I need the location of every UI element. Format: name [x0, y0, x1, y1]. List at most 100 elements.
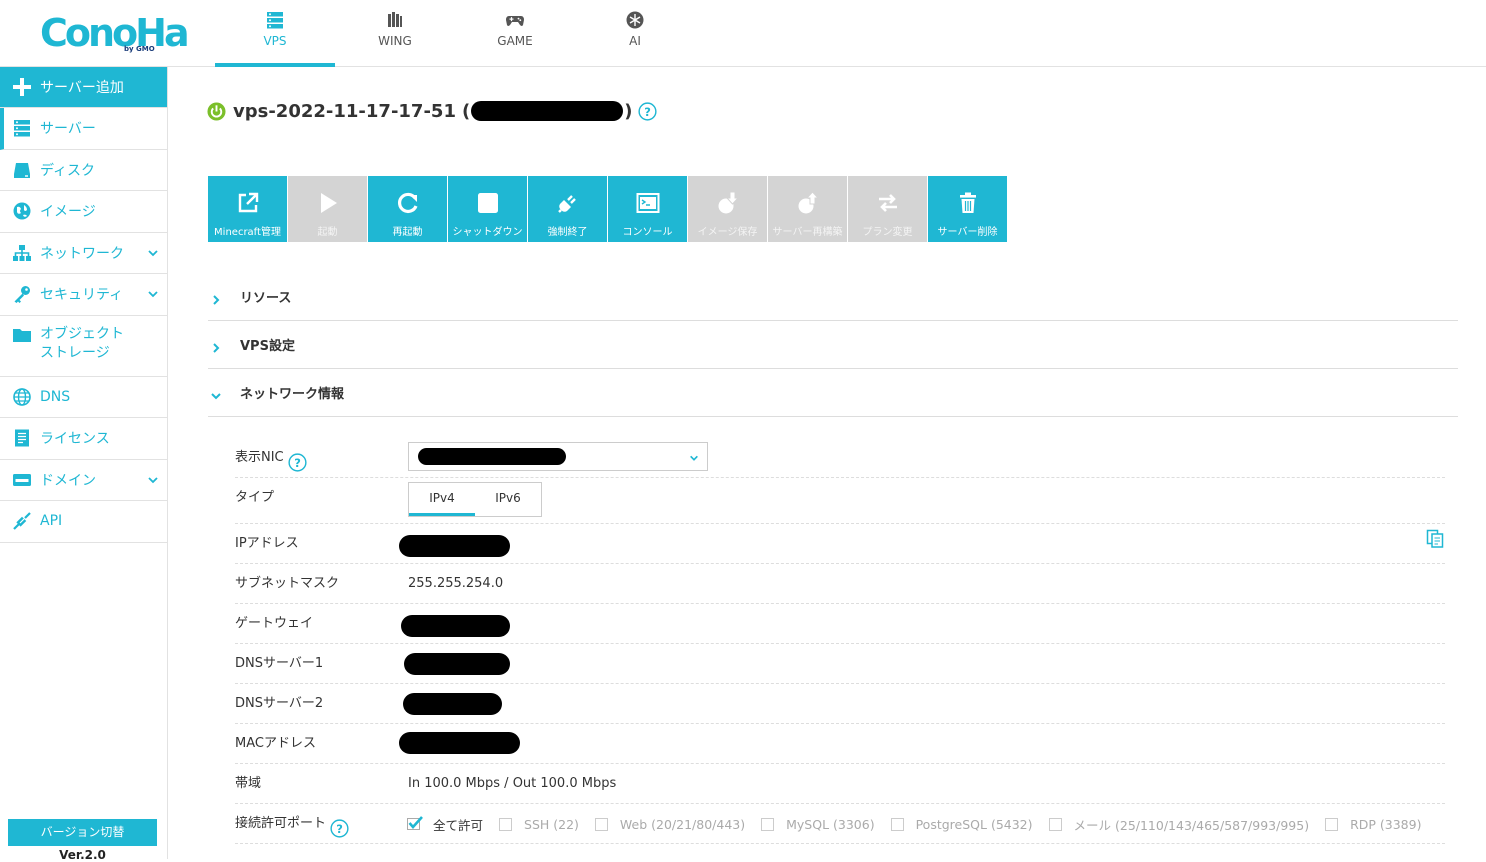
- port-label: メール (25/110/143/465/587/993/995): [1073, 817, 1310, 833]
- ip-version-tabs: IPv4 IPv6: [408, 482, 542, 517]
- chevron-right-icon: [210, 291, 222, 305]
- sidebar-item-label: ネットワーク: [40, 245, 124, 262]
- disk-icon: [12, 160, 32, 180]
- logo-subtext: by GMO: [124, 45, 155, 53]
- server-icon: [12, 118, 32, 138]
- delete-server-button[interactable]: サーバー削除: [928, 176, 1008, 242]
- console-button[interactable]: コンソール: [608, 176, 688, 242]
- nic-select[interactable]: [408, 442, 708, 471]
- add-server-button[interactable]: サーバー追加: [0, 67, 167, 108]
- rebuild-icon: [796, 191, 820, 215]
- sidebar-item-disk[interactable]: ディスク: [0, 150, 167, 191]
- row-label: 接続許可ポート ?: [235, 804, 349, 844]
- sidebar-item-domain[interactable]: ドメイン: [0, 460, 167, 501]
- toolbar-label: 強制終了: [547, 227, 588, 238]
- sidebar-item-api[interactable]: API: [0, 501, 167, 543]
- topnav-ai[interactable]: AI: [575, 0, 695, 67]
- toolbar-label: イメージ保存: [697, 227, 758, 238]
- stop-icon: [476, 191, 500, 215]
- topnav-game[interactable]: GAME: [455, 0, 575, 67]
- swap-icon: [876, 191, 900, 215]
- section-title: VPS設定: [240, 339, 295, 354]
- svg-text:?: ?: [645, 104, 652, 118]
- plus-icon: [12, 77, 32, 97]
- chevron-down-icon: [210, 387, 222, 399]
- row-label: タイプ: [235, 490, 275, 505]
- sidebar-item-dns[interactable]: DNS: [0, 377, 167, 418]
- topnav-vps[interactable]: VPS: [215, 0, 335, 67]
- row-display-nic: 表示NIC ?: [235, 438, 1445, 478]
- ai-icon: [625, 10, 645, 30]
- sidebar-item-label: ドメイン: [40, 472, 96, 489]
- topnav-wing-label: WING: [378, 34, 412, 48]
- row-label: DNSサーバー1: [235, 656, 324, 671]
- minecraft-manage-button[interactable]: Minecraft管理: [208, 176, 288, 242]
- topnav-game-label: GAME: [497, 34, 533, 48]
- topnav-wing[interactable]: WING: [335, 0, 455, 67]
- svg-text:?: ?: [336, 821, 343, 835]
- section-vps-settings[interactable]: VPS設定: [208, 321, 1458, 369]
- row-ip-address: IPアドレス: [235, 524, 1445, 564]
- topnav-ai-label: AI: [629, 34, 641, 48]
- play-icon: [316, 191, 340, 215]
- row-label: IPアドレス: [235, 536, 299, 551]
- restart-icon: [396, 191, 420, 215]
- rebuild-server-button[interactable]: サーバー再構築: [768, 176, 848, 242]
- server-action-toolbar: Minecraft管理 起動 再起動 シャットダウン 強制終了 コンソール イメ…: [208, 176, 1008, 242]
- restart-button[interactable]: 再起動: [368, 176, 448, 242]
- port-label: PostgreSQL (5432): [915, 816, 1033, 832]
- port-mail-checkbox[interactable]: メール (25/110/143/465/587/993/995): [1048, 815, 1310, 834]
- start-button[interactable]: 起動: [288, 176, 368, 242]
- version-switch-button[interactable]: バージョン切替: [8, 819, 157, 846]
- section-title: リソース: [240, 291, 292, 306]
- shutdown-button[interactable]: シャットダウン: [448, 176, 528, 242]
- dns-globe-icon: [12, 387, 32, 407]
- force-stop-button[interactable]: 強制終了: [528, 176, 608, 242]
- row-subnet-mask: サブネットマスク 255.255.254.0: [235, 564, 1445, 604]
- conoha-logo[interactable]: ConoHa by GMO: [40, 12, 190, 56]
- copy-icon[interactable]: [1426, 528, 1444, 548]
- port-ssh-checkbox[interactable]: SSH (22): [499, 817, 579, 832]
- sidebar-item-network[interactable]: ネットワーク: [0, 233, 167, 274]
- sidebar: サーバー追加 サーバー ディスク イメージ ネットワーク セキュリティ オブジェ…: [0, 67, 168, 862]
- sidebar-item-license[interactable]: ライセンス: [0, 418, 167, 460]
- help-icon[interactable]: ?: [288, 449, 307, 472]
- port-label: MySQL (3306): [786, 816, 875, 832]
- sidebar-item-security[interactable]: セキュリティ: [0, 274, 167, 316]
- section-network-info[interactable]: ネットワーク情報: [208, 369, 1458, 417]
- port-rdp-checkbox[interactable]: RDP (3389): [1325, 817, 1421, 832]
- checkmark-icon: [407, 815, 423, 831]
- port-allow-all-checkbox[interactable]: 全て許可: [407, 815, 483, 834]
- sidebar-item-image[interactable]: イメージ: [0, 191, 167, 233]
- port-mysql-checkbox[interactable]: MySQL (3306): [761, 816, 875, 832]
- checkbox-box: [890, 817, 904, 831]
- change-plan-button[interactable]: プラン変更: [848, 176, 928, 242]
- help-icon[interactable]: ?: [330, 815, 349, 838]
- help-icon[interactable]: ?: [638, 101, 658, 121]
- sidebar-item-server[interactable]: サーバー: [0, 108, 167, 150]
- save-image-button[interactable]: イメージ保存: [688, 176, 768, 242]
- license-icon: [12, 428, 32, 448]
- checkbox-box: [761, 817, 775, 831]
- sidebar-item-object-storage[interactable]: オブジェクト ストレージ: [0, 316, 167, 377]
- subnet-mask-value: 255.255.254.0: [408, 576, 504, 591]
- toolbar-label: 再起動: [392, 227, 423, 238]
- toolbar-label: コンソール: [622, 227, 673, 238]
- section-resources[interactable]: リソース: [208, 273, 1458, 321]
- globe-icon: [12, 201, 32, 221]
- tab-ipv4[interactable]: IPv4: [409, 483, 475, 516]
- wing-icon: [385, 10, 405, 30]
- tab-ipv6[interactable]: IPv6: [475, 483, 541, 516]
- folder-icon: [12, 325, 32, 345]
- toolbar-label: サーバー再構築: [772, 227, 843, 238]
- chevron-down-icon: [689, 452, 699, 462]
- port-checkbox-group: 全て許可 SSH (22) Web (20/21/80/443) MySQL (…: [407, 804, 1437, 844]
- port-postgresql-checkbox[interactable]: PostgreSQL (5432): [890, 816, 1033, 832]
- plug-icon: [556, 191, 580, 215]
- checkbox-box: [499, 817, 513, 831]
- topnav-vps-label: VPS: [263, 34, 287, 48]
- redacted-nic-value: [418, 448, 566, 465]
- port-web-checkbox[interactable]: Web (20/21/80/443): [594, 817, 745, 832]
- row-label: サブネットマスク: [235, 576, 340, 591]
- chevron-down-icon: [147, 247, 159, 259]
